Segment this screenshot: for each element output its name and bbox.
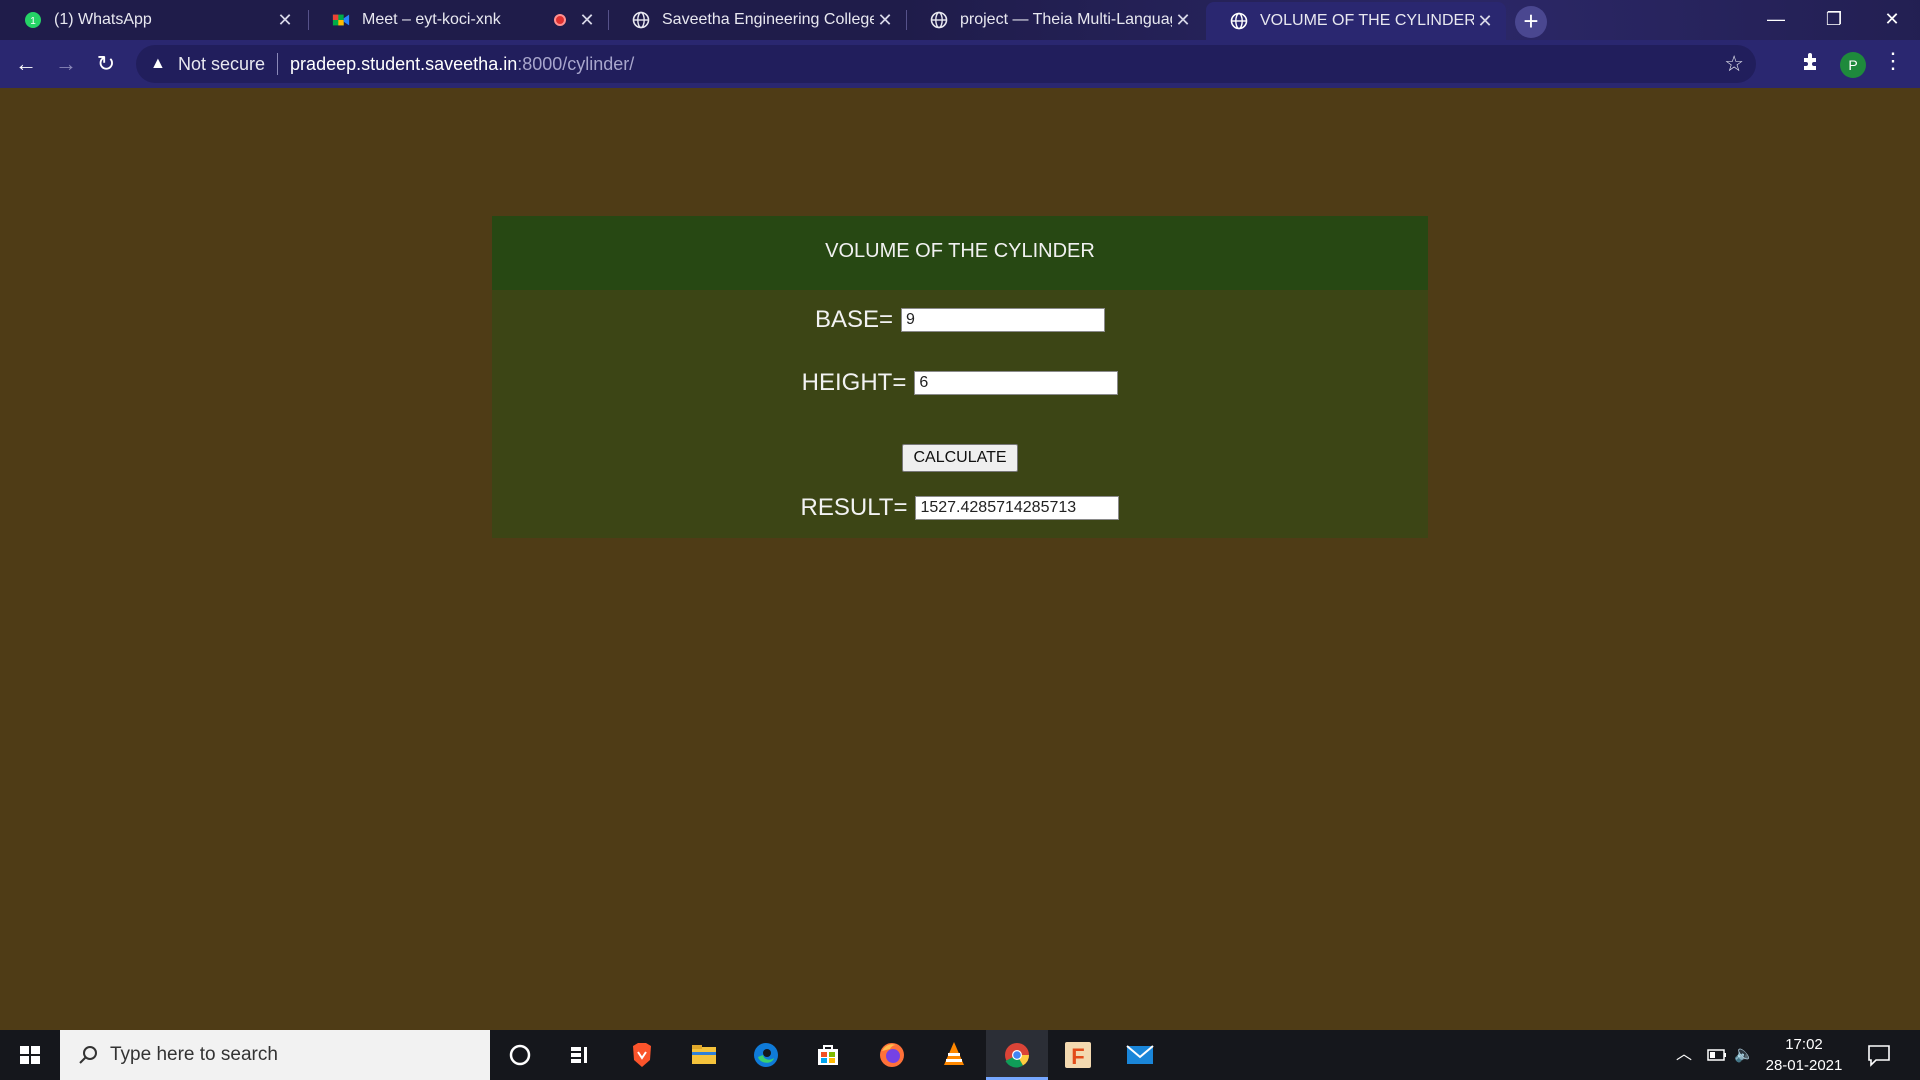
- globe-icon: [1230, 12, 1248, 30]
- close-tab-icon[interactable]: ✕: [874, 10, 896, 31]
- microsoft-store-icon[interactable]: [810, 1037, 846, 1073]
- whatsapp-icon: 1: [24, 11, 42, 29]
- address-bar[interactable]: ▲ Not secure pradeep.student.saveetha.in…: [136, 45, 1756, 83]
- firefox-icon[interactable]: [874, 1037, 910, 1073]
- minimize-icon[interactable]: —: [1748, 0, 1804, 40]
- url-path: :8000/cylinder/: [517, 53, 635, 74]
- close-tab-icon[interactable]: ✕: [1172, 10, 1194, 31]
- mail-icon[interactable]: [1122, 1037, 1158, 1073]
- system-clock[interactable]: 17:02 28-01-2021: [1764, 1034, 1844, 1076]
- height-input[interactable]: [914, 371, 1119, 395]
- result-row: RESULT=: [492, 494, 1428, 522]
- clock-date: 28-01-2021: [1765, 1057, 1843, 1074]
- result-field[interactable]: [915, 496, 1120, 520]
- url-host: pradeep.student.saveetha.in: [290, 53, 518, 74]
- tab-whatsapp[interactable]: 1 (1) WhatsApp ✕: [0, 0, 306, 40]
- tab-strip: 1 (1) WhatsApp ✕ Meet – eyt-koci-xnk ✕ S…: [0, 0, 1920, 40]
- google-meet-icon: [332, 11, 350, 29]
- tab-meet[interactable]: Meet – eyt-koci-xnk ✕: [308, 0, 608, 40]
- browser-menu-icon[interactable]: ⋮: [1882, 48, 1904, 74]
- cortana-icon[interactable]: [502, 1037, 538, 1073]
- close-window-icon[interactable]: ✕: [1864, 0, 1920, 40]
- base-row: BASE=: [492, 306, 1428, 334]
- windows-start-icon[interactable]: [0, 1030, 60, 1080]
- height-label: HEIGHT=: [801, 369, 907, 396]
- close-tab-icon[interactable]: ✕: [576, 10, 598, 31]
- tab-theia[interactable]: project — Theia Multi-Language ✕: [906, 0, 1204, 40]
- svg-text:F: F: [1071, 1044, 1084, 1069]
- tab-title: Saveetha Engineering College: [662, 11, 874, 28]
- search-icon: [79, 1046, 97, 1064]
- base-label: BASE=: [814, 306, 894, 333]
- page-title: VOLUME OF THE CYLINDER: [492, 216, 1428, 290]
- base-input[interactable]: [901, 308, 1106, 332]
- height-row: HEIGHT=: [492, 369, 1428, 397]
- recording-icon: [554, 14, 566, 26]
- search-placeholder: Type here to search: [110, 1044, 278, 1065]
- tab-title: project — Theia Multi-Language: [960, 11, 1172, 28]
- battery-icon[interactable]: [1706, 1030, 1728, 1080]
- globe-icon: [632, 11, 650, 29]
- chrome-icon[interactable]: [999, 1037, 1035, 1073]
- new-tab-button[interactable]: +: [1515, 6, 1547, 38]
- file-explorer-icon[interactable]: [686, 1037, 722, 1073]
- tab-title: (1) WhatsApp: [54, 11, 152, 28]
- clock-time: 17:02: [1785, 1036, 1823, 1053]
- tab-title: VOLUME OF THE CYLINDER: [1260, 12, 1474, 29]
- warning-icon: ▲: [150, 55, 166, 72]
- close-tab-icon[interactable]: ✕: [274, 10, 296, 31]
- task-view-icon[interactable]: [562, 1037, 598, 1073]
- forward-icon[interactable]: →: [50, 48, 82, 80]
- calculate-button[interactable]: CALCULATE: [902, 444, 1018, 472]
- app-f-icon[interactable]: F: [1060, 1037, 1096, 1073]
- extensions-icon[interactable]: [1800, 50, 1822, 78]
- profile-avatar[interactable]: P: [1840, 52, 1866, 78]
- restore-icon[interactable]: ❐: [1806, 0, 1862, 40]
- vlc-icon[interactable]: [936, 1037, 972, 1073]
- volume-icon[interactable]: 🔈: [1734, 1030, 1754, 1080]
- address-divider: [277, 53, 279, 75]
- brave-browser-icon[interactable]: [624, 1037, 660, 1073]
- taskbar-search-box[interactable]: Type here to search: [60, 1030, 490, 1080]
- tab-title: Meet – eyt-koci-xnk: [362, 11, 501, 28]
- notifications-icon[interactable]: [1866, 1030, 1892, 1080]
- calculator-card: VOLUME OF THE CYLINDER BASE= HEIGHT= CAL…: [492, 216, 1428, 538]
- reload-icon[interactable]: ↻: [90, 48, 122, 80]
- globe-icon: [930, 11, 948, 29]
- show-hidden-icons-icon[interactable]: ︿: [1676, 1030, 1692, 1080]
- security-status[interactable]: Not secure: [178, 54, 265, 75]
- svg-text:1: 1: [30, 16, 36, 27]
- close-tab-icon[interactable]: ✕: [1474, 11, 1496, 32]
- browser-toolbar: ← → ↻ ▲ Not secure pradeep.student.savee…: [0, 40, 1920, 88]
- tab-saveetha[interactable]: Saveetha Engineering College ✕: [608, 0, 906, 40]
- windows-taskbar: Type here to search F ︿ 🔈 17:02 28-01-20…: [0, 1030, 1920, 1080]
- page-content: VOLUME OF THE CYLINDER BASE= HEIGHT= CAL…: [0, 88, 1920, 1030]
- bookmark-star-icon[interactable]: ☆: [1724, 51, 1744, 77]
- tab-volume-of-the-cylinder[interactable]: VOLUME OF THE CYLINDER ✕: [1206, 2, 1506, 40]
- edge-browser-icon[interactable]: [748, 1037, 784, 1073]
- back-icon[interactable]: ←: [10, 48, 42, 80]
- result-label: RESULT=: [800, 494, 908, 521]
